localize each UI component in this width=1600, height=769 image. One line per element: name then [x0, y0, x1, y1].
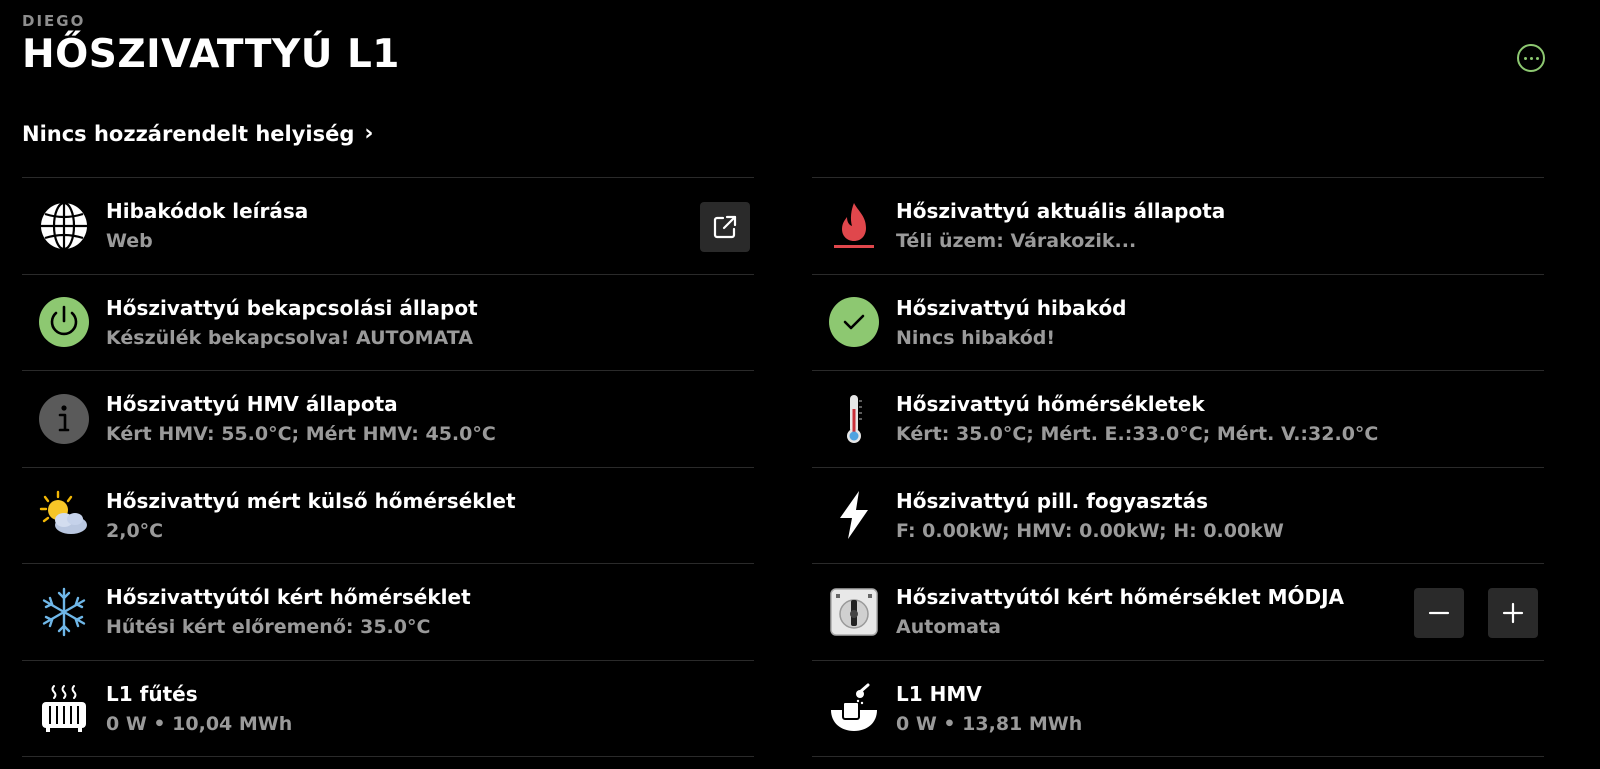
info-icon	[22, 371, 106, 467]
power-icon	[22, 274, 106, 370]
room-link-label: Nincs hozzárendelt helyiség	[22, 121, 355, 146]
list-item-temp-mode[interactable]: Hőszivattyútól kért hőmérséklet MÓDJA Au…	[812, 564, 1544, 661]
snowflake-icon	[22, 564, 106, 660]
external-link-icon	[713, 215, 737, 239]
left-device-list: Hibakódok leírása Web Hőszivattyú bekapc…	[22, 177, 754, 757]
more-options-button[interactable]	[1517, 44, 1545, 72]
right-device-list: Hőszivattyú aktuális állapota Téli üzem:…	[812, 177, 1544, 757]
weather-icon	[22, 467, 106, 563]
list-item-requested-temp[interactable]: Hőszivattyútól kért hőmérséklet Hűtési k…	[22, 564, 754, 661]
list-item-outdoor-temp[interactable]: Hőszivattyú mért külső hőmérséklet 2,0°C	[22, 467, 754, 564]
list-item-dhw[interactable]: L1 HMV 0 W • 13,81 MWh	[812, 660, 1544, 757]
list-item-dhw-state[interactable]: Hőszivattyú HMV állapota Kért HMV: 55.0°…	[22, 371, 754, 468]
chevron-right-icon: ›	[364, 121, 374, 146]
list-item-consumption[interactable]: Hőszivattyú pill. fogyasztás F: 0.00kW; …	[812, 467, 1544, 564]
plus-icon	[1502, 602, 1524, 624]
list-item-temperatures[interactable]: Hőszivattyú hőmérsékletek Kért: 35.0°C; …	[812, 371, 1544, 468]
check-icon	[812, 274, 896, 370]
decrease-button[interactable]	[1414, 588, 1464, 638]
page-title: HŐSZIVATTYÚ L1	[22, 32, 400, 77]
flame-icon	[812, 178, 896, 274]
list-item-current-state[interactable]: Hőszivattyú aktuális állapota Téli üzem:…	[812, 178, 1544, 275]
open-external-button[interactable]	[700, 202, 750, 252]
thermometer-icon	[812, 371, 896, 467]
more-icon	[1523, 56, 1527, 60]
minus-icon	[1428, 611, 1450, 615]
room-assignment-link[interactable]: Nincs hozzárendelt helyiség ›	[22, 121, 373, 146]
water-heater-icon	[812, 660, 896, 756]
owner-label: DIEGO	[22, 12, 86, 30]
list-item-error-code[interactable]: Hőszivattyú hibakód Nincs hibakód!	[812, 274, 1544, 371]
list-item-heating[interactable]: L1 fűtés 0 W • 10,04 MWh	[22, 660, 754, 757]
lightning-icon	[812, 467, 896, 563]
list-item-error-codes[interactable]: Hibakódok leírása Web	[22, 178, 754, 275]
increase-button[interactable]	[1488, 588, 1538, 638]
page-header: DIEGO HŐSZIVATTYÚ L1	[22, 12, 400, 77]
list-item-power-state[interactable]: Hőszivattyú bekapcsolási állapot Készülé…	[22, 274, 754, 371]
rotary-switch-icon	[812, 564, 896, 660]
globe-icon	[22, 178, 106, 274]
radiator-icon	[22, 660, 106, 756]
